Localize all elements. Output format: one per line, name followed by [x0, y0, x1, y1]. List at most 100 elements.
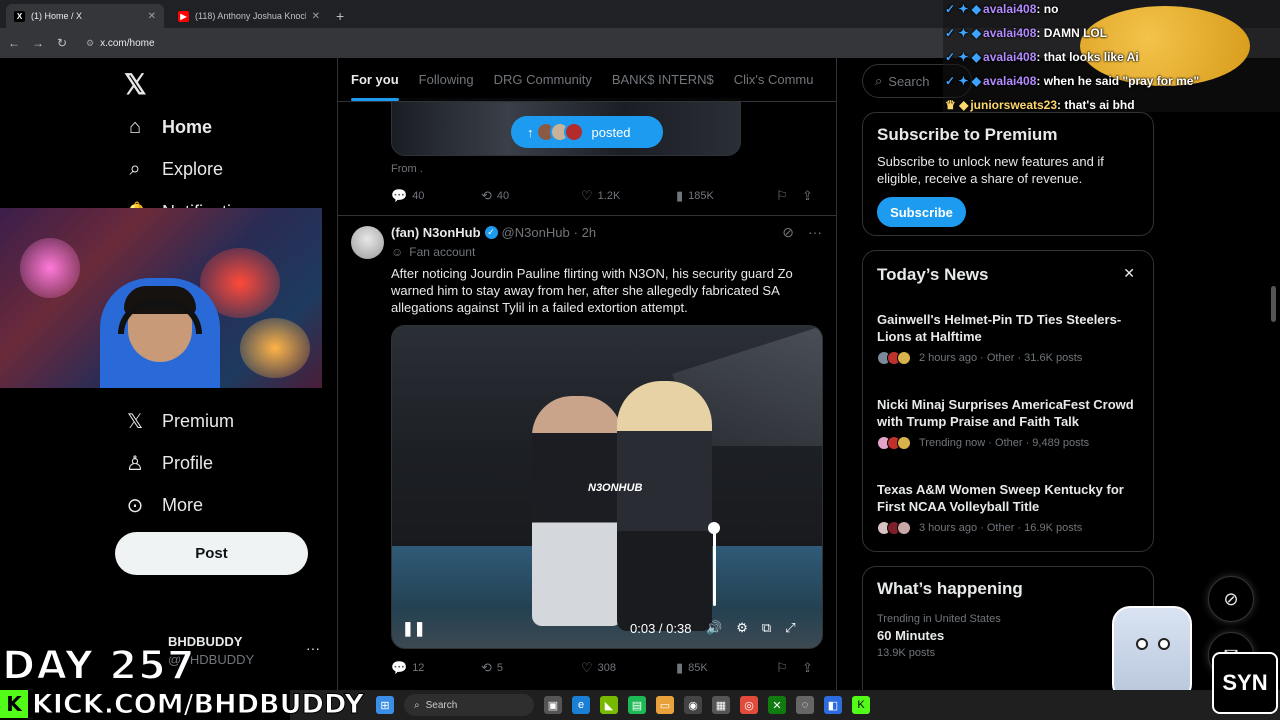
chat-user: juniorsweats23	[970, 98, 1058, 112]
share-button[interactable]: ⇪	[802, 660, 813, 676]
xbox-icon[interactable]: ✕	[768, 696, 786, 714]
folder-icon[interactable]: ▭	[656, 696, 674, 714]
close-icon[interactable]: ✕	[1123, 265, 1135, 282]
browser-tab-youtube[interactable]: ▶ (118) Anthony Joshua Knocks O ✕	[170, 4, 328, 28]
right-sidebar: ⌕ Search Subscribe to Premium Subscribe …	[837, 58, 1280, 720]
trend-label: Trending in United States	[877, 613, 1001, 625]
tab-for-you[interactable]: For you	[351, 72, 399, 101]
chrome-icon[interactable]: ◎	[740, 696, 758, 714]
news-meta-text: 2 hours ago · Other · 31.6K posts	[919, 352, 1083, 364]
site-info-icon[interactable]: ⚙	[86, 38, 94, 49]
app-icon[interactable]: ▤	[628, 696, 646, 714]
chat-message: ✓ ✦ ◆ avalai408: when he said "pray for m…	[945, 74, 1200, 88]
windows-taskbar: ⊞ ⌕ Search ▣ e ◣ ▤ ▭ ◉ ▦ ◎ ✕ ◌ ◧ K	[290, 690, 1280, 720]
sidebar-item-home[interactable]: ⌂ Home	[124, 116, 212, 139]
reply-icon: 💬	[391, 660, 408, 675]
app-icon[interactable]: ◌	[796, 696, 814, 714]
kick-app-icon[interactable]: K	[852, 696, 870, 714]
avatar[interactable]	[351, 226, 384, 259]
home-icon: ⌂	[128, 116, 142, 138]
reply-button[interactable]: 💬 40	[391, 188, 481, 204]
chat-user: avalai408	[983, 74, 1037, 88]
reply-button[interactable]: 💬 12	[391, 660, 481, 676]
author-handle[interactable]: @N3onHub	[502, 225, 570, 240]
webcam-overlay	[0, 208, 322, 388]
bookmark-button[interactable]: ⚐	[776, 660, 802, 676]
post-button[interactable]: Post	[115, 532, 308, 575]
like-button[interactable]: ♡ 1.2K	[581, 188, 676, 204]
poster-avatars	[535, 122, 584, 142]
sidebar-item-label: Explore	[162, 159, 224, 179]
post-menu: ⊘ ···	[782, 224, 822, 241]
scrollbar[interactable]	[1271, 286, 1276, 322]
chat-badges-icon: ✓ ✦ ◆	[945, 50, 982, 64]
obs-icon[interactable]: ◉	[684, 696, 702, 714]
views-button[interactable]: ▮ 185K	[676, 188, 776, 204]
tab-drg-community[interactable]: DRG Community	[494, 72, 592, 87]
task-view-icon[interactable]: ▣	[544, 696, 562, 714]
sidebar-item-more[interactable]: ⊙ More	[124, 493, 203, 518]
subscribe-button[interactable]: Subscribe	[877, 197, 966, 227]
nvidia-icon[interactable]: ◣	[600, 696, 618, 714]
like-count: 308	[597, 662, 617, 674]
decor-light	[20, 238, 80, 298]
browser-tab-x-home[interactable]: X (1) Home / X ✕	[6, 4, 164, 28]
bookmark-button[interactable]: ⚐	[776, 188, 802, 204]
sidebar-item-explore[interactable]: ⌕ Explore	[124, 158, 223, 181]
repost-button[interactable]: ⟲ 5	[481, 660, 581, 676]
volume-knob[interactable]	[708, 522, 720, 534]
trend-topic[interactable]: 60 Minutes	[877, 628, 1139, 643]
like-button[interactable]: ♡ 308	[581, 660, 676, 676]
fullscreen-icon[interactable]: ⤢	[785, 620, 795, 636]
taskbar-search[interactable]: ⌕ Search	[404, 694, 534, 716]
arrow-up-icon: ↑	[527, 124, 534, 140]
chat-message: ✓ ✦ ◆ avalai408: DAMN LOL	[945, 26, 1108, 40]
share-button[interactable]: ⇪	[802, 188, 813, 204]
address-bar[interactable]: ⚙ x.com/home	[86, 38, 155, 49]
close-tab-icon[interactable]: ✕	[312, 11, 320, 22]
windows-start-icon[interactable]: ⊞	[376, 696, 394, 714]
news-item[interactable]: Gainwell's Helmet-Pin TD Ties Steelers-L…	[877, 311, 1137, 365]
forward-icon[interactable]: →	[32, 36, 44, 50]
sidebar-item-profile[interactable]: ♙ Profile	[124, 451, 213, 476]
app-icon[interactable]: ◧	[824, 696, 842, 714]
repost-button[interactable]: ⟲ 40	[481, 188, 581, 204]
volume-slider[interactable]	[708, 522, 720, 606]
news-item[interactable]: Nicki Minaj Surprises AmericaFest Crowd …	[877, 396, 1137, 450]
new-tab-button[interactable]: +	[336, 4, 344, 28]
more-icon[interactable]: ···	[808, 224, 822, 241]
post-time[interactable]: · 2h	[574, 225, 596, 240]
tab-banks-interns[interactable]: BANK$ INTERN$	[612, 72, 714, 87]
share-icon: ⇪	[802, 660, 813, 675]
reload-icon[interactable]: ↻	[56, 36, 68, 50]
pause-icon[interactable]: ❚❚	[402, 620, 425, 637]
news-headline: Nicki Minaj Surprises AmericaFest Crowd …	[877, 397, 1134, 429]
volume-icon[interactable]: 🔊	[706, 620, 722, 636]
feed-tabs: For you Following DRG Community BANK$ IN…	[338, 58, 836, 102]
grok-icon[interactable]: ⊘	[782, 224, 794, 241]
screen: X (1) Home / X ✕ ▶ (118) Anthony Joshua …	[0, 0, 1280, 720]
account-menu-icon[interactable]: ···	[306, 640, 320, 656]
x-logo-icon[interactable]: 𝕏	[124, 68, 147, 101]
views-button[interactable]: ▮ 85K	[676, 660, 776, 676]
stream-chat-overlay: ✓ ✦ ◆ avalai408: no ✓ ✦ ◆ avalai408: DAMN …	[943, 0, 1280, 112]
grok-icon[interactable]: ⊘	[1208, 576, 1254, 622]
edge-icon[interactable]: e	[572, 696, 590, 714]
tab-following[interactable]: Following	[419, 72, 474, 87]
sidebar-item-premium[interactable]: 𝕏 Premium	[124, 409, 234, 434]
tab-clix-community[interactable]: Clix's Commu	[734, 72, 814, 87]
sidebar-item-label: More	[162, 495, 204, 515]
media-source: From .	[391, 163, 423, 175]
news-meta-text: 3 hours ago · Other · 16.9K posts	[919, 522, 1083, 534]
author-name[interactable]: (fan) N3onHub	[391, 225, 481, 240]
video-player[interactable]: N3ONHUB ❚❚ 0:03 / 0:38 🔊 ⚙ ⧉ ⤢	[391, 325, 823, 649]
back-icon[interactable]: ←	[8, 36, 20, 50]
new-posts-pill[interactable]: ↑ posted	[511, 116, 663, 148]
news-item[interactable]: Texas A&M Women Sweep Kentucky for First…	[877, 481, 1137, 535]
pip-icon[interactable]: ⧉	[762, 620, 771, 636]
settings-gear-icon[interactable]: ⚙	[736, 620, 748, 636]
close-tab-icon[interactable]: ✕	[148, 11, 156, 22]
store-icon[interactable]: ▦	[712, 696, 730, 714]
news-title: Today’s News	[877, 265, 989, 284]
video-subject	[617, 381, 712, 631]
